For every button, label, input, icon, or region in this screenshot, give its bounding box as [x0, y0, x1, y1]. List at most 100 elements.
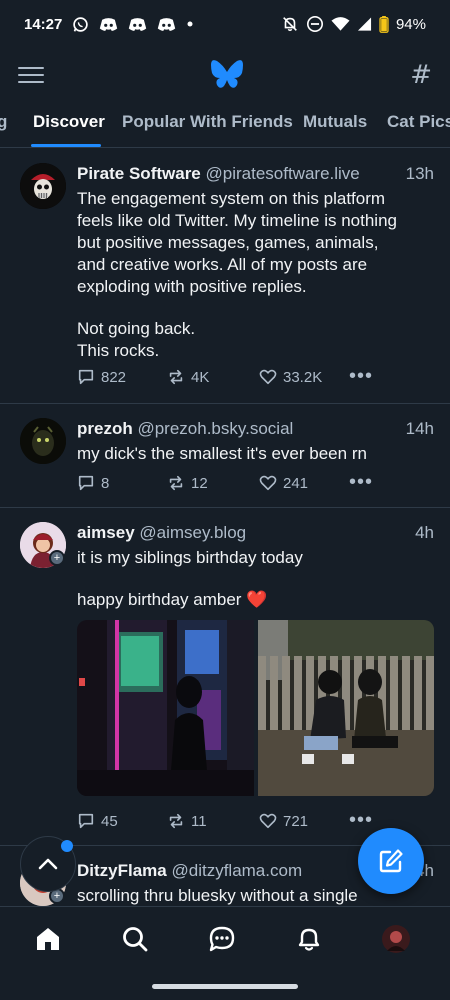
discord-icon	[128, 17, 147, 32]
tab-cat-pics[interactable]: Cat Pics	[387, 102, 450, 147]
repost-count: 4K	[191, 368, 210, 386]
post-author-handle[interactable]: @aimsey.blog	[139, 523, 246, 542]
post-text: it is my siblings birthday today happy b…	[77, 547, 432, 611]
bell-icon	[298, 928, 320, 951]
repost-button[interactable]: 4K	[167, 368, 209, 386]
reply-count: 8	[101, 474, 110, 492]
home-icon	[37, 928, 59, 950]
nav-notifications[interactable]	[291, 921, 327, 957]
post-author-name[interactable]: aimsey	[77, 523, 135, 542]
post-text-line: my dick's the smallest it's ever been rn	[77, 444, 367, 463]
reply-button[interactable]: 45	[77, 812, 118, 830]
like-button[interactable]: 33.2K	[259, 368, 322, 386]
heart-icon	[259, 475, 277, 491]
chat-icon	[209, 926, 235, 952]
post-header: prezoh @prezoh.bsky.social 14h	[77, 419, 434, 439]
repost-button[interactable]: 12	[167, 474, 208, 492]
profile-avatar	[382, 925, 410, 953]
nav-profile[interactable]	[378, 921, 414, 957]
post-header: Pirate Software @piratesoftware.live 13h	[77, 164, 434, 184]
nav-home[interactable]	[30, 921, 66, 957]
feed-tabs: g Discover Popular With Friends Mutuals …	[0, 102, 450, 148]
post-author-name[interactable]: prezoh	[77, 419, 133, 438]
reply-count: 822	[101, 368, 127, 386]
repost-count: 12	[191, 474, 208, 492]
post-text-line: happy birthday amber ❤️	[77, 590, 268, 609]
repost-count: 11	[191, 812, 207, 830]
reply-icon	[78, 813, 94, 829]
post-author-name[interactable]: Pirate Software	[77, 164, 201, 183]
more-options-icon[interactable]: •••	[349, 366, 373, 386]
dnd-icon	[306, 15, 324, 33]
reply-button[interactable]: 8	[77, 474, 109, 492]
post-item[interactable]: prezoh @prezoh.bsky.social 14h my dick's…	[0, 404, 450, 508]
post-time: 13h	[405, 164, 434, 183]
post-item[interactable]: + aimsey @aimsey.blog 4h it is my siblin…	[0, 508, 450, 846]
active-tab-indicator	[31, 144, 101, 147]
like-button[interactable]: 241	[259, 474, 308, 492]
compose-button[interactable]	[358, 828, 424, 894]
heart-icon	[259, 813, 277, 829]
nav-search[interactable]	[117, 921, 153, 957]
mute-icon	[281, 15, 299, 33]
home-indicator	[152, 984, 298, 989]
status-bar: 14:27 94%	[0, 0, 450, 48]
repost-icon	[169, 813, 183, 829]
more-options-icon[interactable]: •••	[349, 810, 373, 830]
post-image-siblings[interactable]	[257, 620, 434, 796]
post-text-line: This rocks.	[77, 341, 160, 360]
like-button[interactable]: 721	[259, 812, 308, 830]
tab-g[interactable]: g	[0, 102, 7, 147]
discord-icon	[99, 17, 118, 32]
chevron-up-icon	[38, 858, 58, 870]
search-icon	[123, 927, 148, 952]
post-text-line: exploding with positive replies.	[77, 277, 307, 296]
post-media	[77, 620, 434, 796]
post-text-line: but positive messages, games, animals,	[77, 233, 379, 252]
tab-mutuals[interactable]: Mutuals	[303, 102, 367, 147]
post-author-name[interactable]: DitzyFlama	[77, 861, 167, 880]
battery-percent: 94%	[395, 15, 426, 33]
reply-icon	[78, 475, 94, 491]
hamburger-icon[interactable]	[18, 64, 44, 86]
follow-plus-icon[interactable]: +	[49, 550, 65, 566]
post-image-arcade[interactable]	[77, 620, 254, 796]
post-text: my dick's the smallest it's ever been rn	[77, 443, 432, 465]
dot-icon	[186, 20, 194, 28]
tab-popular-with-friends[interactable]: Popular With Friends	[122, 102, 293, 147]
signal-icon	[357, 16, 372, 32]
repost-icon	[169, 475, 183, 491]
heart-icon	[259, 369, 277, 385]
post-author-handle[interactable]: @prezoh.bsky.social	[137, 419, 293, 438]
post-text-line: and creative works. All of my posts are	[77, 255, 368, 274]
butterfly-logo-icon	[209, 59, 245, 91]
post-time: 4h	[415, 523, 434, 542]
post-header: aimsey @aimsey.blog 4h	[77, 523, 434, 543]
post-text-spacer	[77, 298, 432, 318]
new-posts-dot	[61, 840, 73, 852]
hash-icon[interactable]: #	[410, 60, 432, 90]
avatar[interactable]	[20, 163, 66, 209]
whatsapp-icon	[72, 16, 89, 33]
post-author-handle[interactable]: @ditzyflama.com	[171, 861, 302, 880]
repost-button[interactable]: 11	[167, 812, 207, 830]
reply-icon	[78, 369, 94, 385]
post-author-handle[interactable]: @piratesoftware.live	[206, 164, 360, 183]
post-item[interactable]: Pirate Software @piratesoftware.live 13h…	[0, 149, 450, 404]
nav-chat[interactable]	[204, 921, 240, 957]
compose-icon	[379, 849, 403, 873]
discord-icon	[157, 17, 176, 32]
post-text-line: it is my siblings birthday today	[77, 548, 303, 567]
app-bar: #	[0, 48, 450, 102]
like-count: 721	[283, 812, 309, 830]
post-text-spacer	[77, 569, 432, 589]
status-time: 14:27	[24, 15, 63, 33]
like-count: 241	[283, 474, 309, 492]
tab-discover[interactable]: Discover	[33, 102, 105, 147]
reply-button[interactable]: 822	[77, 368, 126, 386]
avatar[interactable]	[20, 418, 66, 464]
scroll-to-top-button[interactable]	[20, 836, 76, 892]
post-text: The engagement system on this platform f…	[77, 188, 432, 362]
more-options-icon[interactable]: •••	[349, 472, 373, 492]
post-time: 14h	[405, 419, 434, 438]
